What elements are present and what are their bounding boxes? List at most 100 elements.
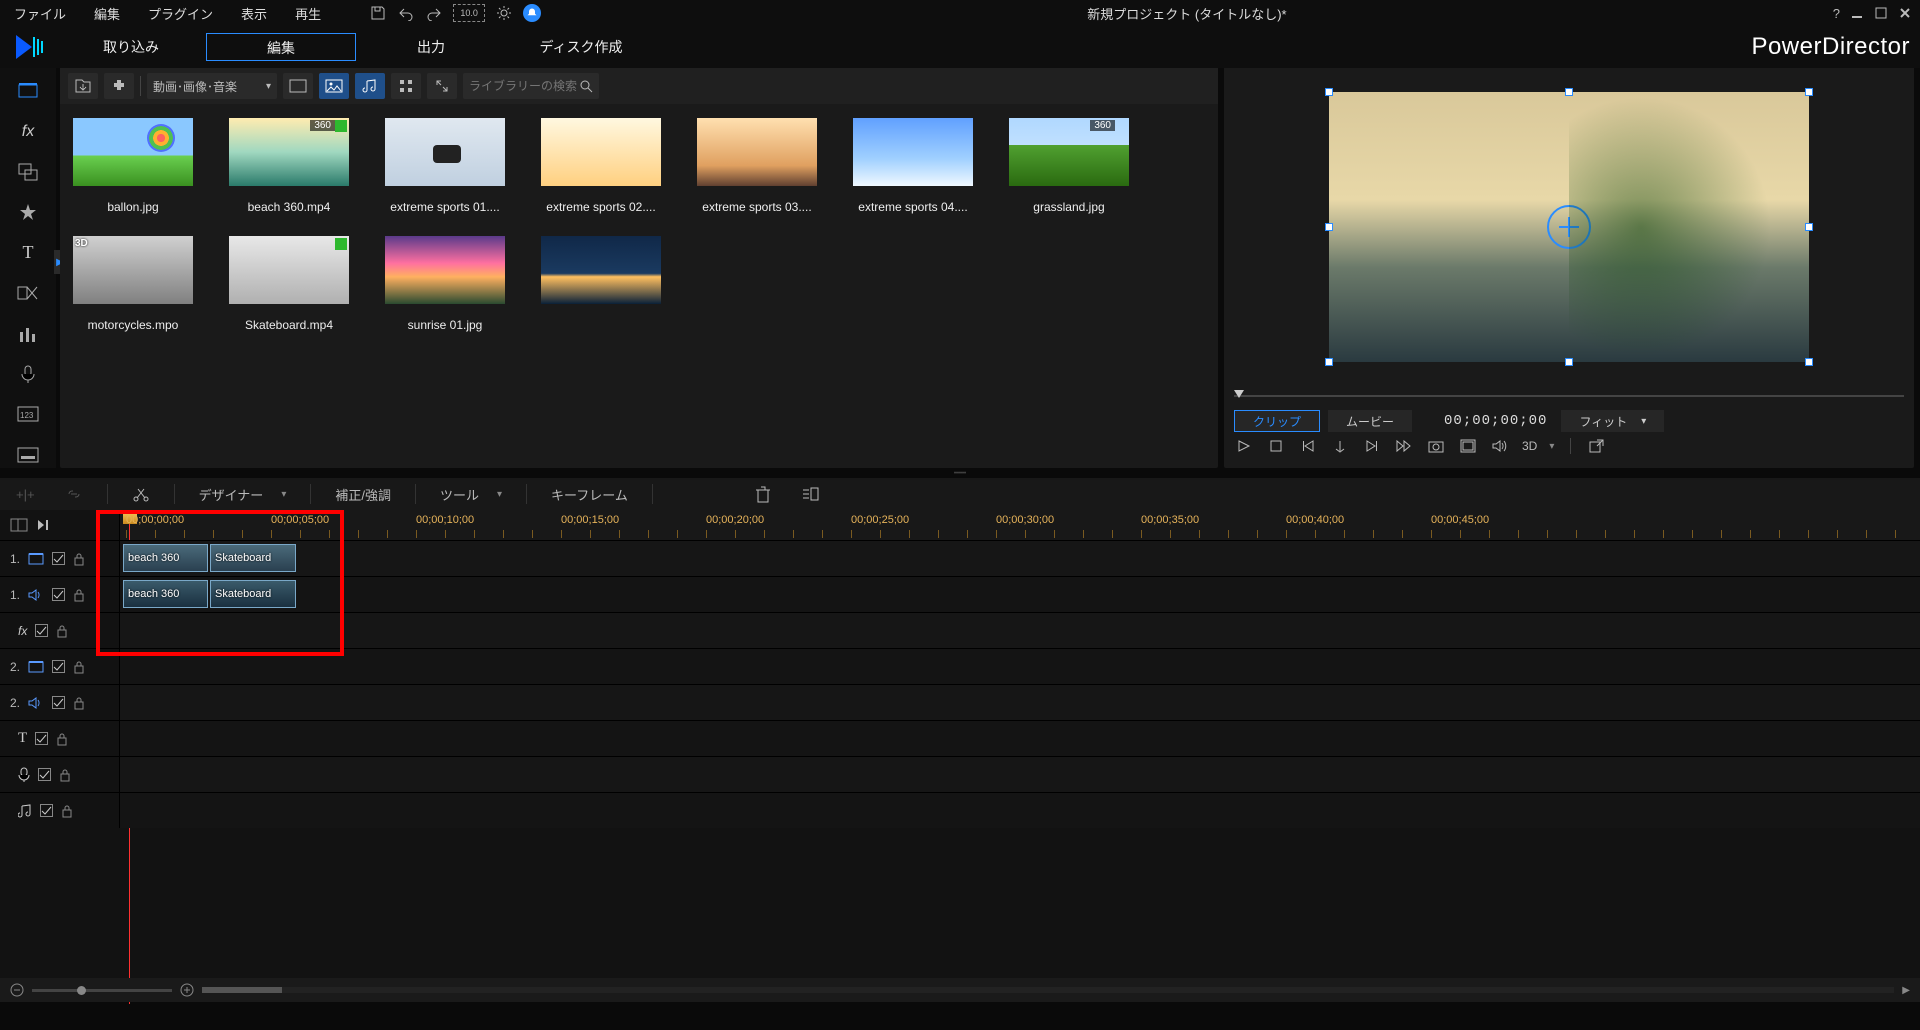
movie-mode-button[interactable]: ムービー <box>1328 410 1412 432</box>
tl-split-icon[interactable] <box>126 481 156 507</box>
zoom-out-icon[interactable] <box>10 983 24 997</box>
redo-icon[interactable] <box>425 4 443 22</box>
media-thumbnail[interactable] <box>385 118 505 186</box>
tab-import[interactable]: 取り込み <box>56 33 206 61</box>
media-thumbnail[interactable] <box>853 118 973 186</box>
track-visible-checkbox[interactable] <box>35 624 48 637</box>
3d-button[interactable]: 3D <box>1522 436 1537 456</box>
timeline-hscroll[interactable] <box>202 987 1894 993</box>
undo-icon[interactable] <box>397 4 415 22</box>
media-thumbnail[interactable] <box>385 236 505 304</box>
preview-seek-bar[interactable] <box>1224 386 1914 406</box>
track-lane[interactable] <box>120 757 1920 792</box>
room-transition-icon[interactable] <box>12 280 44 306</box>
stop-icon[interactable] <box>1266 436 1286 456</box>
tl-link-icon[interactable] <box>59 481 89 507</box>
room-title-icon[interactable]: T <box>12 240 44 266</box>
media-item[interactable] <box>536 236 666 332</box>
timeline-clip[interactable]: Skateboard <box>210 544 296 572</box>
track-visible-checkbox[interactable] <box>52 660 65 673</box>
media-thumbnail[interactable] <box>229 236 349 304</box>
track-head[interactable] <box>0 793 120 828</box>
media-item[interactable]: extreme sports 03.... <box>692 118 822 214</box>
media-filter-dropdown[interactable]: 動画･画像･音楽▾ <box>147 73 277 99</box>
media-item[interactable]: ballon.jpg <box>68 118 198 214</box>
tl-goto-end-icon[interactable] <box>36 518 52 532</box>
media-thumbnail[interactable] <box>541 118 661 186</box>
import-media-icon[interactable] <box>68 73 98 99</box>
track-visible-checkbox[interactable] <box>52 696 65 709</box>
tl-add-left-icon[interactable]: +|+ <box>10 481 41 507</box>
media-item[interactable]: 3Dmotorcycles.mpo <box>68 236 198 332</box>
track-head[interactable]: fx <box>0 613 120 648</box>
track-lock-icon[interactable] <box>73 696 85 710</box>
room-particle-icon[interactable] <box>12 199 44 225</box>
resize-handle[interactable] <box>1325 223 1333 231</box>
next-frame-icon[interactable] <box>1362 436 1382 456</box>
timeline-clip[interactable]: beach 360 <box>123 580 208 608</box>
menu-plugin[interactable]: プラグイン <box>142 2 219 25</box>
aspect-ratio-dropdown[interactable]: 10.0 <box>453 4 485 22</box>
room-voiceover-icon[interactable] <box>12 361 44 387</box>
hscroll-thumb[interactable] <box>202 987 282 993</box>
track-visible-checkbox[interactable] <box>52 588 65 601</box>
marker-icon[interactable] <box>1330 436 1350 456</box>
zoom-in-icon[interactable] <box>180 983 194 997</box>
track-lane[interactable]: beach 360Skateboard <box>120 577 1920 612</box>
settings-icon[interactable] <box>495 4 513 22</box>
media-thumbnail[interactable]: 360 <box>229 118 349 186</box>
close-icon[interactable] <box>1898 6 1912 20</box>
timecode-display[interactable]: 00;00;00;00 <box>1438 413 1553 429</box>
media-thumbnail[interactable] <box>541 236 661 304</box>
track-lane[interactable] <box>120 649 1920 684</box>
tab-edit[interactable]: 編集 <box>206 33 356 61</box>
tl-enhance-button[interactable]: 補正/強調 <box>329 481 397 507</box>
track-lock-icon[interactable] <box>56 732 68 746</box>
room-chapter-icon[interactable]: 123 <box>12 401 44 427</box>
room-pip-icon[interactable] <box>12 159 44 185</box>
track-head[interactable]: 2. <box>0 649 120 684</box>
menu-play[interactable]: 再生 <box>289 2 327 25</box>
filter-video-icon[interactable] <box>283 73 313 99</box>
media-thumbnail[interactable]: 3D <box>73 236 193 304</box>
menu-view[interactable]: 表示 <box>235 2 273 25</box>
filter-audio-icon[interactable] <box>355 73 385 99</box>
horizontal-splitter[interactable]: ┅┅ <box>0 468 1920 478</box>
timeline-ruler[interactable]: 00;00;00;0000;00;05;0000;00;10;0000;00;1… <box>120 510 1920 540</box>
track-lock-icon[interactable] <box>61 804 73 818</box>
plugin-icon[interactable] <box>104 73 134 99</box>
snapshot-icon[interactable] <box>1426 436 1446 456</box>
zoom-slider-thumb[interactable] <box>77 986 86 995</box>
zoom-slider[interactable] <box>32 989 172 992</box>
resize-handle[interactable] <box>1565 358 1573 366</box>
tl-keyframe-button[interactable]: キーフレーム <box>545 481 634 507</box>
track-head[interactable]: T <box>0 721 120 756</box>
search-input[interactable] <box>469 79 579 93</box>
media-item[interactable]: 360grassland.jpg <box>1004 118 1134 214</box>
filter-image-icon[interactable] <box>319 73 349 99</box>
tl-delete-icon[interactable] <box>749 481 777 507</box>
media-thumbnail[interactable] <box>697 118 817 186</box>
track-head[interactable]: 1. <box>0 541 120 576</box>
volume-icon[interactable] <box>1490 436 1510 456</box>
media-item[interactable]: extreme sports 01.... <box>380 118 510 214</box>
grid-view-icon[interactable] <box>391 73 421 99</box>
track-visible-checkbox[interactable] <box>40 804 53 817</box>
tl-designer-dropdown[interactable]: デザイナー <box>193 481 293 507</box>
track-lane[interactable]: beach 360Skateboard <box>120 541 1920 576</box>
track-lock-icon[interactable] <box>73 660 85 674</box>
help-icon[interactable]: ? <box>1833 6 1840 21</box>
preview-quality-icon[interactable] <box>1458 436 1478 456</box>
tab-disc[interactable]: ディスク作成 <box>506 33 656 61</box>
timeline-clip[interactable]: Skateboard <box>210 580 296 608</box>
fast-forward-icon[interactable] <box>1394 436 1414 456</box>
track-head[interactable]: 2. <box>0 685 120 720</box>
media-item[interactable]: extreme sports 04.... <box>848 118 978 214</box>
room-media-icon[interactable] <box>12 78 44 104</box>
media-item[interactable]: Skateboard.mp4 <box>224 236 354 332</box>
track-visible-checkbox[interactable] <box>35 732 48 745</box>
track-lock-icon[interactable] <box>59 768 71 782</box>
track-lane[interactable] <box>120 613 1920 648</box>
preview-video-frame[interactable] <box>1329 92 1809 362</box>
resize-handle[interactable] <box>1325 358 1333 366</box>
